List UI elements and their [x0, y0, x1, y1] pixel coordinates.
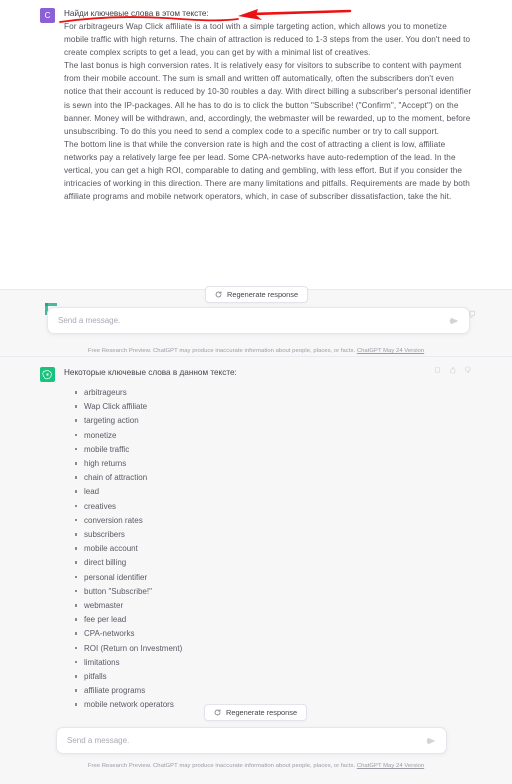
keyword-list-item: affiliate programs: [75, 684, 472, 698]
keyword-list-item: button "Subscribe!": [75, 585, 472, 599]
chat-capture-top: C Найди ключевые слова в этом тексте: Fo…: [0, 0, 512, 356]
keyword-list-item: monetize: [75, 429, 472, 443]
footer-text-bottom: Free Research Preview. ChatGPT may produ…: [87, 763, 356, 769]
message-input-bottom[interactable]: Send a message.: [67, 736, 426, 745]
assistant-message: Некоторые ключевые слова в данном тексте…: [0, 357, 512, 717]
assistant-message-body: Некоторые ключевые слова в данном тексте…: [64, 366, 472, 713]
keyword-list-item: limitations: [75, 656, 472, 670]
footer-text-top: Free Research Preview. ChatGPT may produ…: [87, 348, 356, 354]
footer-disclaimer-top: Free Research Preview. ChatGPT may produ…: [0, 348, 512, 354]
thumbs-down-icon[interactable]: [464, 366, 472, 374]
keyword-list-item: mobile account: [75, 542, 472, 556]
assistant-intro-text: Некоторые ключевые слова в данном тексте…: [64, 368, 237, 377]
keyword-list-item: direct billing: [75, 556, 472, 570]
keyword-list-item: webmaster: [75, 599, 472, 613]
keyword-list-item: arbitrageurs: [75, 386, 472, 400]
refresh-icon: [215, 291, 222, 298]
thumbs-down-icon-partial[interactable]: [468, 310, 477, 319]
keyword-list-item: chain of attraction: [75, 471, 472, 485]
keyword-list-item: ROI (Return on Investment): [75, 642, 472, 656]
keyword-list-item: personal identifier: [75, 571, 472, 585]
keyword-list-item: CPA-networks: [75, 627, 472, 641]
message-composer-bottom[interactable]: Send a message.: [56, 727, 447, 754]
user-paragraph-3: The bottom line is that while the conver…: [64, 139, 470, 202]
keyword-list-item: creatives: [75, 500, 472, 514]
keyword-list-item: fee per lead: [75, 613, 472, 627]
user-avatar: C: [40, 8, 55, 23]
chat-capture-bottom: Некоторые ключевые слова в данном тексте…: [0, 356, 512, 784]
keyword-list-item: subscribers: [75, 528, 472, 542]
regenerate-response-button-top[interactable]: Regenerate response: [205, 286, 309, 303]
footer-version-link-bottom[interactable]: ChatGPT May 24 Version: [357, 763, 424, 769]
keyword-list-item: pitfalls: [75, 670, 472, 684]
user-paragraph-2: The last bonus is high conversion rates.…: [64, 61, 472, 136]
regenerate-label-bottom: Regenerate response: [226, 708, 298, 717]
copy-icon[interactable]: [434, 366, 442, 374]
user-prompt-text: Найди ключевые слова в этом тексте:: [64, 9, 209, 18]
openai-logo-icon: [42, 370, 52, 380]
user-paragraph-1: For arbitrageurs Wap Click affiliate is …: [64, 22, 471, 58]
keyword-list-item: mobile traffic: [75, 443, 472, 457]
send-icon-bottom[interactable]: [426, 736, 436, 746]
thumbs-up-icon[interactable]: [449, 366, 457, 374]
keyword-list-item: conversion rates: [75, 514, 472, 528]
message-input-top[interactable]: Send a message.: [58, 316, 449, 325]
footer-disclaimer-bottom: Free Research Preview. ChatGPT may produ…: [0, 763, 512, 769]
user-message-body: Найди ключевые слова в этом тексте: For …: [64, 7, 472, 203]
keyword-list-item: lead: [75, 485, 472, 499]
keyword-list-item: high returns: [75, 457, 472, 471]
regenerate-label-top: Regenerate response: [227, 290, 299, 299]
message-composer-top[interactable]: Send a message.: [47, 307, 470, 334]
chatgpt-avatar: [40, 367, 55, 382]
screenshot-root: C Найди ключевые слова в этом тексте: Fo…: [0, 0, 512, 784]
keyword-list: arbitrageurs Wap Click affiliate targeting…: [64, 386, 472, 713]
keyword-list-item: Wap Click affiliate: [75, 400, 472, 414]
refresh-icon-bottom: [214, 709, 221, 716]
assistant-action-bar: [434, 366, 472, 374]
send-icon-top[interactable]: [449, 316, 459, 326]
keyword-list-item: targeting action: [75, 414, 472, 428]
user-message: C Найди ключевые слова в этом тексте: Fo…: [0, 0, 512, 210]
regenerate-response-button-bottom[interactable]: Regenerate response: [204, 704, 308, 721]
footer-version-link-top[interactable]: ChatGPT May 24 Version: [357, 348, 424, 354]
